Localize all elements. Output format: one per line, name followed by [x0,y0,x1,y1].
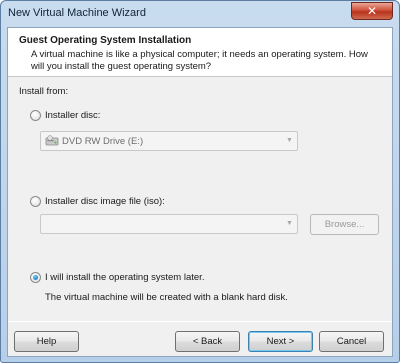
close-button[interactable]: ✕ [351,2,393,20]
footer-divider [8,321,392,322]
back-button[interactable]: < Back [175,331,240,352]
close-icon: ✕ [366,4,378,18]
install-later-note: The virtual machine will be created with… [45,292,288,303]
page-subtitle: A virtual machine is like a physical com… [31,49,368,72]
dvd-drive-icon [45,135,59,146]
page-title: Guest Operating System Installation [19,35,192,46]
installer-disc-radio[interactable] [30,110,41,121]
browse-button[interactable]: Browse... [310,214,379,235]
install-from-label: Install from: [19,86,69,97]
window-title: New Virtual Machine Wizard [8,7,146,19]
disc-drive-value: DVD RW Drive (E:) [62,136,144,147]
title-bar[interactable]: New Virtual Machine Wizard ✕ [1,1,399,27]
install-later-radio[interactable] [30,272,41,283]
cancel-button[interactable]: Cancel [319,331,384,352]
wizard-header: Guest Operating System Installation A vi… [8,28,392,77]
installer-disc-label[interactable]: Installer disc: [45,110,100,121]
wizard-body: Guest Operating System Installation A vi… [7,27,393,357]
disc-drive-select[interactable]: DVD RW Drive (E:) ▼ [40,131,298,151]
install-later-label[interactable]: I will install the operating system late… [45,272,204,283]
chevron-down-icon: ▼ [286,220,293,227]
iso-path-combo[interactable]: ▼ [40,214,298,234]
iso-image-label[interactable]: Installer disc image file (iso): [45,196,165,207]
wizard-window: New Virtual Machine Wizard ✕ Guest Opera… [0,0,400,363]
help-button[interactable]: Help [14,331,79,352]
next-button[interactable]: Next > [248,331,313,352]
iso-image-radio[interactable] [30,196,41,207]
chevron-down-icon: ▼ [286,137,293,144]
